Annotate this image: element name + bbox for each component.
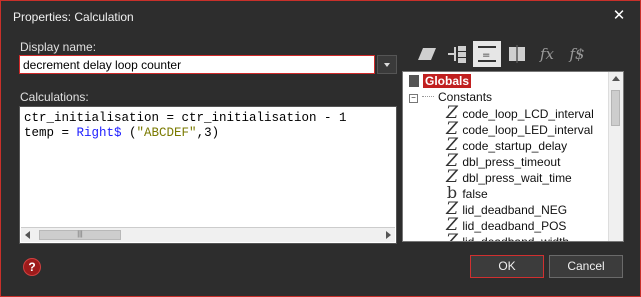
code-string: "ABCDEF" xyxy=(136,126,197,140)
tree-root-globals[interactable]: Globals xyxy=(409,73,472,89)
calculations-editor[interactable]: ctr_initialisation = ctr_initialisation … xyxy=(19,106,397,244)
collapse-icon[interactable]: − xyxy=(409,94,418,103)
code-text: ,3) xyxy=(196,126,220,140)
dialog-title: Properties: Calculation xyxy=(13,10,134,24)
tree-item[interactable]: Z dbl_press_wait_time xyxy=(445,169,572,186)
fs-icon[interactable]: f$ xyxy=(563,41,591,67)
display-name-label: Display name: xyxy=(20,40,97,54)
calculations-label: Calculations: xyxy=(20,90,89,104)
tree-root-label: Globals xyxy=(423,74,472,88)
scroll-thumb[interactable]: ||| xyxy=(39,230,121,240)
help-button[interactable]: ? xyxy=(23,258,41,276)
vertical-scrollbar[interactable] xyxy=(608,72,623,241)
tree-item-label: lid_deadband_width xyxy=(462,235,570,242)
close-icon[interactable]: ✕ xyxy=(610,7,628,25)
calc-box-icon[interactable]: = xyxy=(473,41,501,67)
code-text: ( xyxy=(121,126,137,140)
scroll-up-arrow-icon[interactable] xyxy=(612,76,620,81)
tree-item-label: lid_deadband_POS xyxy=(462,219,567,233)
tree-item[interactable]: Z lid_deadband_NEG xyxy=(445,201,568,218)
properties-dialog: Properties: Calculation ✕ Display name: … xyxy=(0,0,641,297)
tree-item-label: code_loop_LED_interval xyxy=(462,123,594,137)
svg-text:=: = xyxy=(482,50,490,61)
tree-item[interactable]: Z code_loop_LED_interval xyxy=(445,121,594,138)
tree-node-label: Constants xyxy=(438,90,493,104)
scroll-thumb[interactable] xyxy=(611,90,620,126)
tree-item-label: code_startup_delay xyxy=(462,139,568,153)
tree-item[interactable]: Z dbl_press_timeout xyxy=(445,153,561,170)
scroll-right-arrow-icon[interactable] xyxy=(386,231,391,239)
tree-item-label: false xyxy=(462,187,488,201)
tree-item-label: code_loop_LCD_interval xyxy=(462,107,594,121)
tree-item-label: dbl_press_timeout xyxy=(462,155,561,169)
code-line-2: temp = Right$ ("ABCDEF",3) xyxy=(24,126,219,140)
tree-item[interactable]: Z lid_deadband_width xyxy=(445,233,569,242)
fx-icon[interactable]: fx xyxy=(533,41,561,67)
parallelogram-icon[interactable] xyxy=(413,41,441,67)
tree-item[interactable]: Z code_loop_LCD_interval xyxy=(445,105,594,122)
horizontal-scrollbar[interactable]: ||| xyxy=(21,227,395,242)
title-bar: Properties: Calculation ✕ xyxy=(1,1,640,33)
ok-button[interactable]: OK xyxy=(470,255,544,278)
integer-icon: Z xyxy=(446,231,458,242)
tree-item-label: lid_deadband_NEG xyxy=(462,203,568,217)
column-icon[interactable] xyxy=(503,41,531,67)
code-function: Right$ xyxy=(76,126,122,140)
globals-icon xyxy=(409,75,419,87)
code-text: temp = xyxy=(24,126,77,140)
branch-icon[interactable] xyxy=(443,41,471,67)
tree-item[interactable]: Z lid_deadband_POS xyxy=(445,217,567,234)
globals-tree[interactable]: Globals − Constants Z code_loop_LCD_inter… xyxy=(402,71,624,242)
cancel-button[interactable]: Cancel xyxy=(549,255,623,278)
display-name-field[interactable]: decrement delay loop counter xyxy=(19,55,375,74)
scroll-left-arrow-icon[interactable] xyxy=(25,231,30,239)
display-name-dropdown-button[interactable] xyxy=(377,55,397,74)
code-line-1: ctr_initialisation = ctr_initialisation … xyxy=(24,111,347,125)
tree-connector xyxy=(422,96,434,97)
tree-item[interactable]: Z code_startup_delay xyxy=(445,137,568,154)
tree-item-label: dbl_press_wait_time xyxy=(462,171,572,185)
